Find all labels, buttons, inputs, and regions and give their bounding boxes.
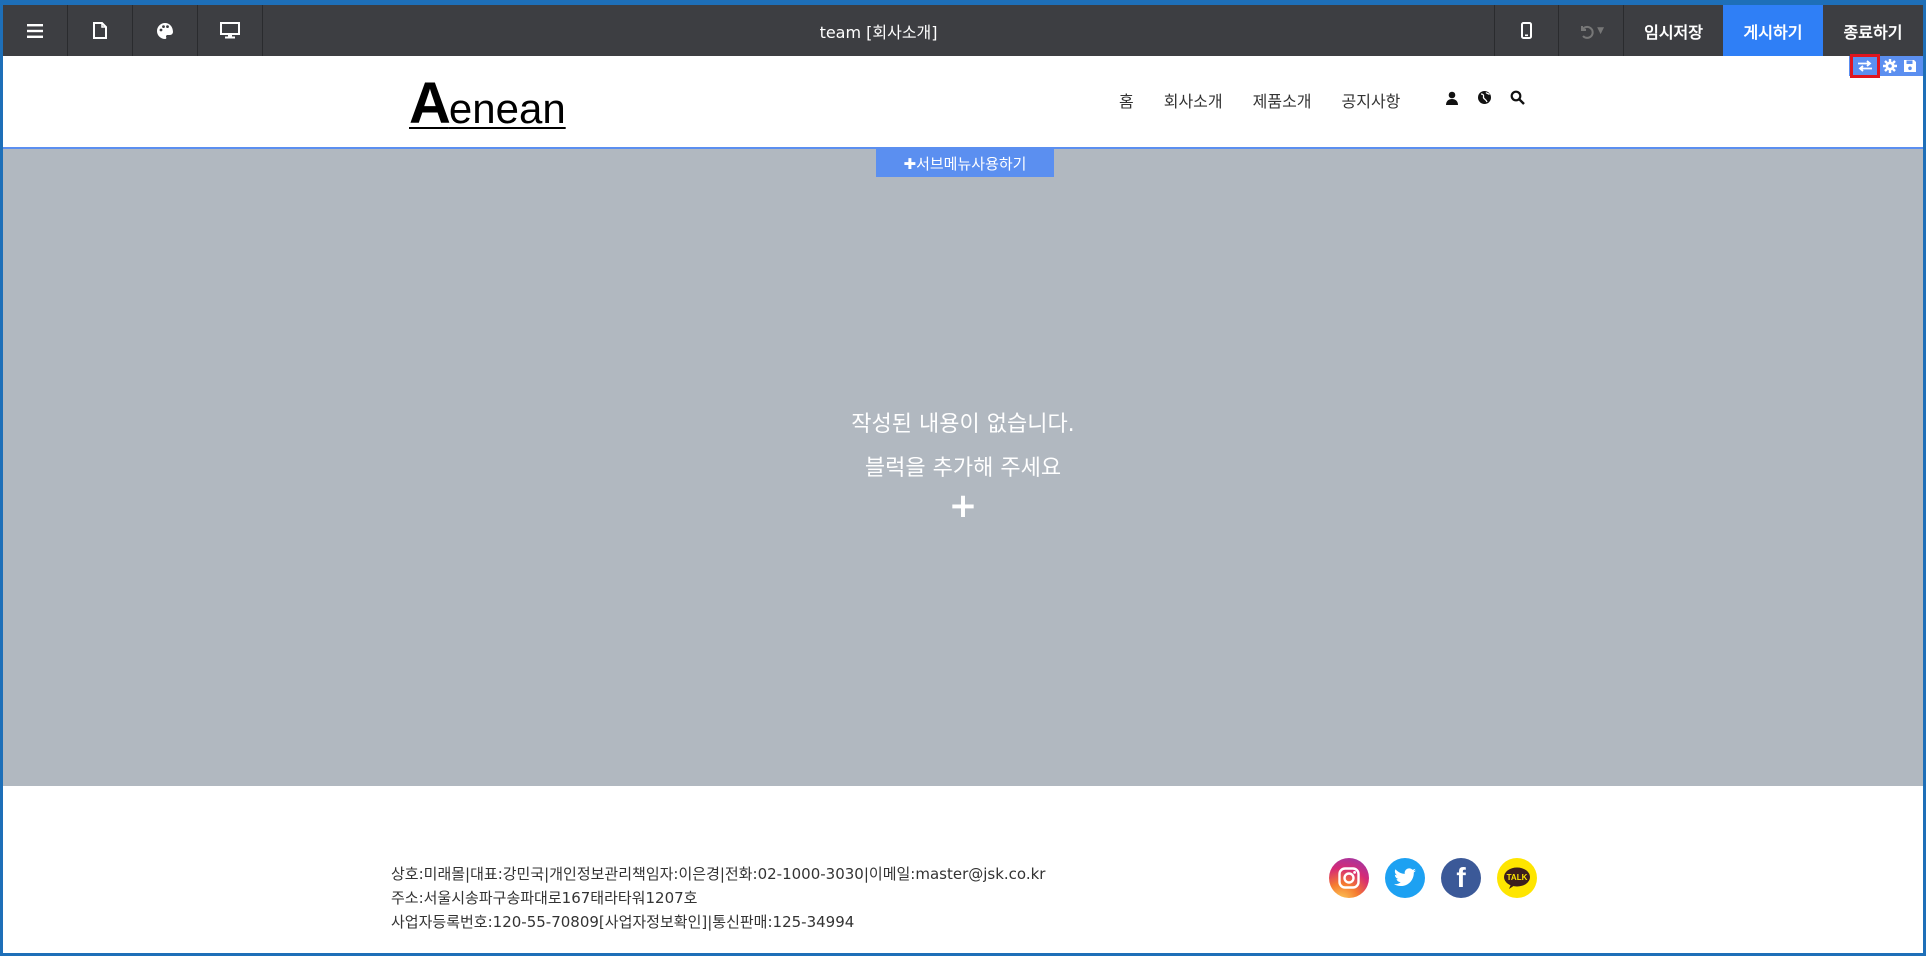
gear-icon[interactable] bbox=[1883, 59, 1897, 73]
add-block-button[interactable]: + bbox=[3, 489, 1923, 523]
globe-icon[interactable] bbox=[1477, 90, 1492, 105]
menu-button[interactable] bbox=[3, 5, 68, 56]
palette-button[interactable] bbox=[133, 5, 198, 56]
social-links: f TALK bbox=[1329, 858, 1537, 898]
instagram-icon[interactable] bbox=[1329, 858, 1369, 898]
undo-icon bbox=[1581, 25, 1594, 39]
content-area: ✚서브메뉴사용하기 작성된 내용이 없습니다. 블럭을 추가해 주세요 + bbox=[3, 149, 1923, 786]
page-icon bbox=[93, 22, 107, 39]
swap-icon bbox=[1858, 60, 1872, 72]
facebook-icon[interactable]: f bbox=[1441, 858, 1481, 898]
site-footer: 상호:미래몰|대표:강민국|개인정보관리책임자:이은경|전화:02-1000-3… bbox=[3, 786, 1923, 953]
exit-button[interactable]: 종료하기 bbox=[1823, 5, 1923, 56]
logo[interactable]: Aenean bbox=[409, 70, 566, 137]
palette-icon bbox=[157, 22, 173, 39]
nav-icons bbox=[1445, 90, 1525, 105]
desktop-icon bbox=[220, 22, 240, 39]
temp-save-button[interactable]: 임시저장 bbox=[1624, 5, 1723, 56]
nav-item-about[interactable]: 회사소개 bbox=[1164, 88, 1223, 112]
block-edit-tools bbox=[1849, 54, 1923, 78]
nav-item-home[interactable]: 홈 bbox=[1119, 88, 1134, 112]
main-nav: 홈 회사소개 제품소개 공지사항 bbox=[1119, 88, 1400, 112]
mobile-icon bbox=[1521, 22, 1533, 39]
publish-button[interactable]: 게시하기 bbox=[1723, 5, 1823, 56]
company-info: 상호:미래몰|대표:강민국|개인정보관리책임자:이은경|전화:02-1000-3… bbox=[391, 862, 1045, 934]
page-button[interactable] bbox=[68, 5, 133, 56]
empty-message-line1: 작성된 내용이 없습니다. bbox=[851, 412, 1075, 437]
user-icon[interactable] bbox=[1445, 91, 1459, 105]
mobile-view-button[interactable] bbox=[1494, 5, 1560, 56]
menu-icon bbox=[27, 23, 43, 38]
company-info-line3: 사업자등록번호:120-55-70809[사업자정보확인]|통신판매:125-3… bbox=[391, 913, 855, 931]
desktop-view-button[interactable] bbox=[198, 5, 263, 56]
company-info-line1: 상호:미래몰|대표:강민국|개인정보관리책임자:이은경|전화:02-1000-3… bbox=[391, 865, 1046, 883]
twitter-icon[interactable] bbox=[1385, 858, 1425, 898]
company-info-line2: 주소:서울시송파구송파대로167태라타워1207호 bbox=[391, 889, 698, 907]
chevron-down-icon: ▼ bbox=[1597, 25, 1605, 36]
editor-toolbar: team [회사소개] ▼ 임시저장 게시하기 종료하기 bbox=[3, 5, 1923, 56]
site-header: Aenean 홈 회사소개 제품소개 공지사항 bbox=[3, 54, 1923, 149]
nav-item-notice[interactable]: 공지사항 bbox=[1342, 88, 1401, 112]
kakao-talk-label: TALK bbox=[1507, 873, 1528, 882]
empty-message-line2: 블럭을 추가해 주세요 bbox=[864, 456, 1062, 481]
nav-item-products[interactable]: 제품소개 bbox=[1253, 88, 1312, 112]
swap-button[interactable] bbox=[1850, 54, 1880, 78]
undo-button[interactable]: ▼ bbox=[1559, 5, 1625, 56]
use-submenu-button[interactable]: ✚서브메뉴사용하기 bbox=[876, 149, 1054, 177]
document-title: team [회사소개] bbox=[819, 22, 938, 42]
save-icon[interactable] bbox=[1903, 59, 1917, 73]
search-icon[interactable] bbox=[1510, 90, 1525, 105]
kakaotalk-icon[interactable]: TALK bbox=[1497, 858, 1537, 898]
